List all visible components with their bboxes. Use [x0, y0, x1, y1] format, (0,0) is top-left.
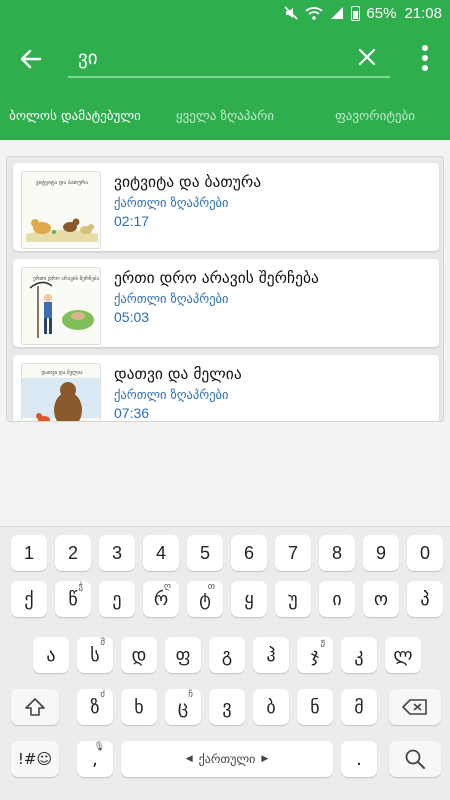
key-letter[interactable]: წჭ: [55, 581, 91, 617]
signal-icon: [329, 5, 345, 21]
key-1[interactable]: 1: [11, 535, 47, 571]
key-letter[interactable]: პ: [407, 581, 443, 617]
battery-icon: [351, 5, 361, 21]
list-item[interactable]: დათვი და მელია დათვი და მელია ქართლი ზღა…: [13, 355, 439, 421]
key-letter[interactable]: ნ: [297, 689, 333, 725]
tab-favorites[interactable]: ფავორიტები: [300, 92, 450, 140]
key-letter[interactable]: ქ: [11, 581, 47, 617]
key-letter[interactable]: ჰ: [253, 637, 289, 673]
tab-bar: ბოლოს დამატებული ყველა ზღაპარი ფავორიტებ…: [0, 92, 450, 140]
status-bar: 65% 21:08: [0, 0, 450, 26]
key-7[interactable]: 7: [275, 535, 311, 571]
tale-category: ქართლი ზღაპრები: [114, 195, 229, 210]
key-letter[interactable]: უ: [275, 581, 311, 617]
period-key[interactable]: .: [341, 741, 377, 777]
key-letter[interactable]: ი: [319, 581, 355, 617]
tab-recently-added[interactable]: ბოლოს დამატებული: [0, 92, 150, 140]
shift-icon: [25, 698, 45, 716]
key-4[interactable]: 4: [143, 535, 179, 571]
symbols-key[interactable]: !#☺: [11, 741, 59, 777]
key-letter[interactable]: დ: [121, 637, 157, 673]
key-9[interactable]: 9: [363, 535, 399, 571]
key-letter[interactable]: ყ: [231, 581, 267, 617]
clear-search-button[interactable]: [352, 42, 382, 72]
more-options-button[interactable]: [412, 40, 438, 76]
tale-title: დათვი და მელია: [114, 365, 242, 383]
backspace-icon: [402, 699, 427, 715]
key-letter[interactable]: რღ: [143, 581, 179, 617]
tale-category: ქართლი ზღაპრები: [114, 291, 229, 306]
mic-icon: 🎙: [93, 742, 105, 752]
search-icon: [405, 749, 425, 769]
tale-duration: 02:17: [114, 213, 150, 229]
comma-key[interactable]: , 🎙: [77, 741, 113, 777]
list-item[interactable]: ერთი დრო არავის შერჩება ერთი დრო არავის …: [13, 259, 439, 347]
tale-thumbnail: დათვი და მელია: [21, 363, 101, 421]
thumb-caption: ვიტვიტა და ბათურა: [36, 179, 88, 186]
mute-icon: [283, 5, 299, 21]
back-button[interactable]: [14, 42, 48, 76]
results-list[interactable]: ვიტვიტა და ბათურა ვიტვიტა და ბათურა ქართ…: [6, 156, 444, 422]
shift-key[interactable]: [11, 689, 59, 725]
tale-thumbnail: ვიტვიტა და ბათურა: [21, 171, 101, 249]
arrow-back-icon: [20, 49, 42, 69]
search-field[interactable]: [68, 38, 390, 78]
key-6[interactable]: 6: [231, 535, 267, 571]
list-item[interactable]: ვიტვიტა და ბათურა ვიტვიტა და ბათურა ქართ…: [13, 163, 439, 251]
more-vert-icon: [422, 45, 428, 51]
key-letter[interactable]: მ: [341, 689, 377, 725]
tale-duration: 05:03: [114, 309, 150, 325]
tale-category: ქართლი ზღაპრები: [114, 387, 229, 402]
key-2[interactable]: 2: [55, 535, 91, 571]
key-letter[interactable]: ო: [363, 581, 399, 617]
tale-title: ვიტვიტა და ბათურა: [114, 173, 262, 191]
tale-duration: 07:36: [114, 405, 150, 421]
key-3[interactable]: 3: [99, 535, 135, 571]
key-letter[interactable]: ვ: [209, 689, 245, 725]
tab-all-tales[interactable]: ყველა ზღაპარი: [150, 92, 300, 140]
key-letter[interactable]: კ: [341, 637, 377, 673]
key-5[interactable]: 5: [187, 535, 223, 571]
key-letter[interactable]: გ: [209, 637, 245, 673]
tale-title: ერთი დრო არავის შერჩება: [114, 269, 319, 287]
key-letter[interactable]: ცჩ: [165, 689, 201, 725]
thumb-caption: ერთი დრო არავის შერჩება: [33, 275, 100, 282]
key-letter[interactable]: სშ: [77, 637, 113, 673]
space-key[interactable]: ◀ ქართული ▶: [121, 741, 333, 777]
battery-percent: 65%: [366, 4, 397, 22]
key-letter[interactable]: ბ: [253, 689, 289, 725]
wifi-icon: [305, 5, 324, 21]
clock: 21:08: [404, 4, 442, 22]
key-letter[interactable]: ე: [99, 581, 135, 617]
search-key[interactable]: [389, 741, 441, 777]
key-letter[interactable]: ხ: [121, 689, 157, 725]
search-results-area: ვიტვიტა და ბათურა ვიტვიტა და ბათურა ქართ…: [0, 140, 450, 526]
key-letter[interactable]: ა: [33, 637, 69, 673]
tale-thumbnail: ერთი დრო არავის შერჩება: [21, 267, 101, 345]
key-letter[interactable]: ზძ: [77, 689, 113, 725]
key-0[interactable]: 0: [407, 535, 443, 571]
close-icon: [358, 48, 376, 66]
search-input[interactable]: [78, 44, 348, 72]
key-letter[interactable]: ტთ: [187, 581, 223, 617]
language-switch-left-icon: ◀: [185, 754, 193, 764]
language-switch-right-icon: ▶: [261, 754, 269, 764]
thumb-caption: დათვი და მელია: [41, 369, 83, 376]
key-letter[interactable]: ლ: [385, 637, 421, 673]
backspace-key[interactable]: [389, 689, 441, 725]
key-letter[interactable]: ჯჟ: [297, 637, 333, 673]
key-8[interactable]: 8: [319, 535, 355, 571]
app-bar: [0, 26, 450, 92]
key-letter[interactable]: ფ: [165, 637, 201, 673]
on-screen-keyboard: 1 2 3 4 5 6 7 8 9 0 ქ წჭ ე რღ ტთ ყ უ ი ო…: [0, 526, 450, 800]
